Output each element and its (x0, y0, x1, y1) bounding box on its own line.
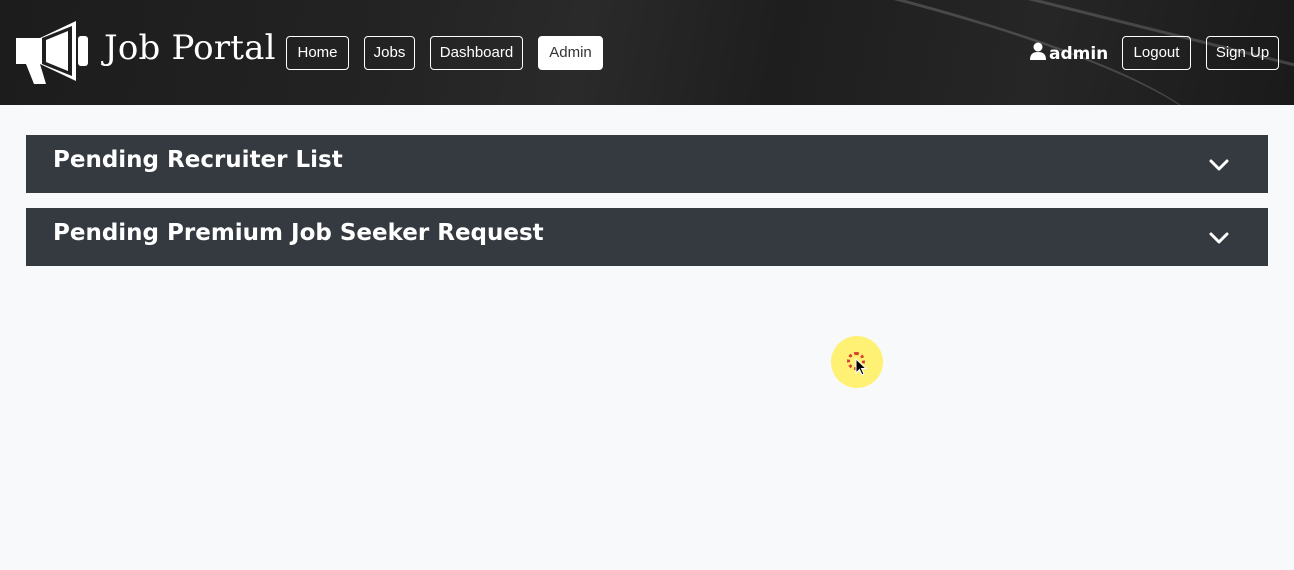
nav-dashboard-button[interactable]: Dashboard (430, 36, 523, 70)
user-display: admin (1030, 42, 1108, 65)
chevron-down-icon[interactable] (1208, 230, 1230, 244)
accordion-pending-premium-job-seeker-request[interactable]: Pending Premium Job Seeker Request (26, 208, 1268, 266)
nav-jobs-button[interactable]: Jobs (364, 36, 415, 70)
cursor-highlight (831, 336, 883, 388)
logout-button[interactable]: Logout (1122, 36, 1191, 70)
accordion-title: Pending Premium Job Seeker Request (53, 220, 544, 246)
user-name: admin (1049, 43, 1109, 64)
chevron-down-icon[interactable] (1208, 157, 1230, 171)
nav-home-button[interactable]: Home (286, 36, 349, 70)
mouse-pointer-icon (855, 358, 868, 376)
accordion-pending-recruiter-list[interactable]: Pending Recruiter List (26, 135, 1268, 193)
brand-link[interactable]: Job Portal (12, 18, 276, 90)
signup-button[interactable]: Sign Up (1206, 36, 1279, 70)
accordion-title: Pending Recruiter List (53, 147, 343, 173)
user-icon (1030, 42, 1049, 65)
nav-admin-button[interactable]: Admin (538, 36, 603, 70)
navbar: Job Portal Home Jobs Dashboard Admin adm… (0, 0, 1294, 105)
megaphone-icon (12, 18, 92, 90)
header-background-line (689, 0, 1294, 71)
brand-title: Job Portal (104, 28, 276, 68)
